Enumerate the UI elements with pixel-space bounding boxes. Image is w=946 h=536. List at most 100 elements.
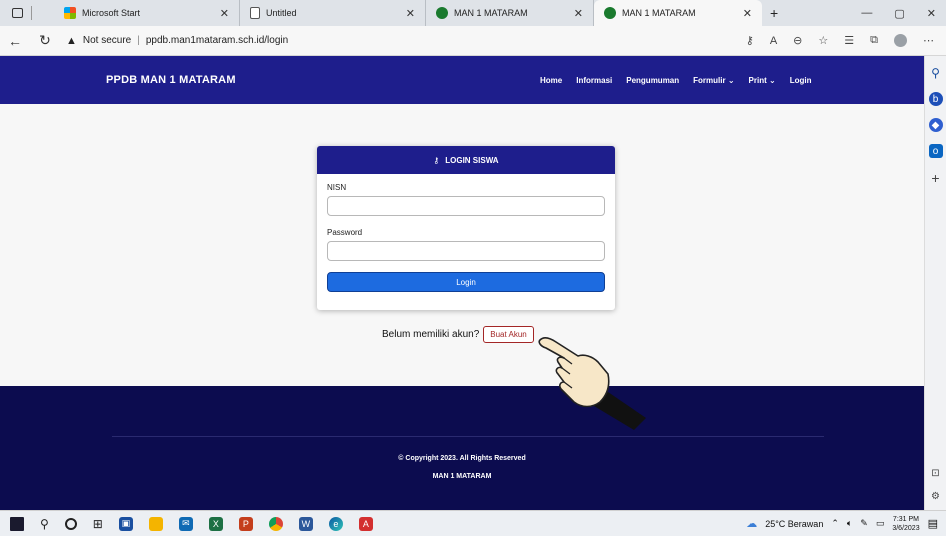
system-clock[interactable]: 7:31 PM 3/6/2023	[892, 515, 919, 533]
tab-label: Microsoft Start	[82, 8, 141, 18]
window-controls: — ▢ ✕	[861, 0, 946, 26]
taskbar-apps: ⚲ ⊞ ▣ ✉ X P W e A	[0, 516, 373, 531]
powerpoint-icon[interactable]: P	[238, 516, 253, 531]
outlook-icon[interactable]: o	[928, 144, 943, 158]
url-text: ppdb.man1mataram.sch.id/login	[145, 35, 289, 46]
minimize-icon[interactable]: —	[861, 7, 872, 19]
word-icon[interactable]: W	[298, 516, 313, 531]
tab-man1-mataram[interactable]: MAN 1 MATARAM ✕	[426, 0, 594, 26]
footer-copyright: © Copyright 2023. All Rights Reserved	[398, 455, 526, 462]
warning-triangle-icon[interactable]: ▲	[66, 35, 77, 47]
restore-icon[interactable]: ▢	[894, 7, 904, 20]
close-tab-icon[interactable]: ✕	[743, 7, 752, 20]
tab-actions-icon[interactable]	[12, 8, 23, 18]
refresh-icon[interactable]: ↻	[30, 32, 60, 49]
tray-chevron-icon[interactable]: ⌃	[831, 518, 839, 529]
key-icon[interactable]: ⚷	[746, 34, 754, 47]
profile-avatar-icon[interactable]	[894, 34, 907, 47]
system-tray: ☁ 25°C Berawan ⌃ 🔈︎ ✎ ▭ 7:31 PM 3/6/2023…	[746, 515, 946, 533]
edge-icon[interactable]: e	[328, 516, 343, 531]
new-tab-button[interactable]: +	[762, 0, 786, 26]
sidebar-settings-icon[interactable]: ⚙	[931, 491, 940, 502]
tab-microsoft-start[interactable]: Microsoft Start ✕	[54, 0, 240, 26]
search-icon[interactable]: ⚲	[931, 66, 940, 80]
collections-icon[interactable]: ⧉	[870, 34, 878, 47]
weather-cloud-icon: ☁	[746, 518, 758, 530]
tab-untitled[interactable]: Untitled ✕	[240, 0, 426, 26]
close-tab-icon[interactable]: ✕	[406, 7, 415, 20]
site-brand[interactable]: PPDB MAN 1 MATARAM	[106, 74, 236, 86]
sidebar-toggle-icon[interactable]: ⊡	[931, 468, 939, 479]
login-title: LOGIN SISWA	[445, 155, 499, 165]
menu-login[interactable]: Login	[790, 76, 812, 85]
plus-icon: +	[770, 5, 779, 21]
footer-school-name: MAN 1 MATARAM	[432, 473, 492, 480]
excel-icon[interactable]: X	[208, 516, 223, 531]
toolbar-icons: ⚷ A ⊖ ☆ ☰ ⧉ ⋯	[746, 34, 946, 47]
chrome-icon[interactable]	[268, 516, 283, 531]
site-navbar: PPDB MAN 1 MATARAM Home Informasi Pengum…	[0, 56, 924, 104]
read-aloud-icon[interactable]: A	[770, 35, 777, 47]
nisn-input[interactable]	[327, 196, 605, 216]
favorite-star-icon[interactable]: ☆	[818, 34, 828, 47]
footer-divider	[112, 436, 824, 437]
register-prompt-text: Belum memiliki akun?	[382, 329, 480, 340]
document-icon	[250, 7, 260, 19]
menu-home[interactable]: Home	[540, 76, 562, 85]
security-status: Not secure	[82, 35, 132, 46]
nisn-label: NISN	[327, 183, 347, 192]
create-account-button[interactable]: Buat Akun	[483, 326, 534, 343]
favorites-list-icon[interactable]: ☰	[844, 34, 854, 47]
site-menu: Home Informasi Pengumuman Formulir ⌄ Pri…	[540, 76, 811, 85]
site-footer: © Copyright 2023. All Rights Reserved MA…	[0, 386, 924, 510]
tab-separator	[31, 6, 32, 20]
windows-taskbar: ⚲ ⊞ ▣ ✉ X P W e A ☁ 25°C Berawan ⌃ 🔈︎ ✎ …	[0, 510, 946, 536]
register-prompt: Belum memiliki akun? Buat Akun	[382, 326, 534, 343]
mail-icon[interactable]: ✉	[178, 516, 193, 531]
more-menu-icon[interactable]: ⋯	[923, 34, 934, 47]
close-tab-icon[interactable]: ✕	[574, 7, 583, 20]
close-window-icon[interactable]: ✕	[927, 7, 936, 20]
battery-icon[interactable]: ▭	[876, 518, 885, 529]
address-bar: ← ↻ ▲ Not secure | ppdb.man1mataram.sch.…	[0, 26, 946, 56]
acrobat-icon[interactable]: A	[358, 516, 373, 531]
login-button[interactable]: Login	[327, 272, 605, 292]
menu-print[interactable]: Print ⌄	[749, 76, 776, 85]
bing-icon[interactable]: b	[928, 92, 943, 106]
tab-label: Untitled	[266, 8, 297, 18]
password-input[interactable]	[327, 241, 605, 261]
file-explorer-icon[interactable]	[148, 516, 163, 531]
tab-label: MAN 1 MATARAM	[622, 8, 696, 18]
store-icon[interactable]: ▣	[118, 516, 133, 531]
login-card-header: ⚷ LOGIN SISWA	[317, 146, 615, 174]
tab-man1-mataram-active[interactable]: MAN 1 MATARAM ✕	[594, 0, 762, 26]
menu-pengumuman[interactable]: Pengumuman	[626, 76, 679, 85]
pen-icon[interactable]: ✎	[860, 518, 868, 529]
microsoft-logo-icon	[64, 7, 76, 19]
web-page: PPDB MAN 1 MATARAM Home Informasi Pengum…	[0, 56, 924, 510]
pointing-hand-icon	[538, 337, 646, 430]
add-panel-icon[interactable]: +	[931, 170, 939, 186]
url-separator: |	[137, 35, 140, 46]
cortana-icon[interactable]	[64, 517, 77, 530]
close-tab-icon[interactable]: ✕	[220, 7, 229, 20]
back-arrow-icon[interactable]: ←	[0, 33, 30, 49]
task-view-icon[interactable]: ⊞	[93, 517, 103, 531]
url-field[interactable]: ▲ Not secure | ppdb.man1mataram.sch.id/l…	[66, 35, 288, 47]
menu-informasi[interactable]: Informasi	[576, 76, 612, 85]
weather-text[interactable]: 25°C Berawan	[765, 519, 823, 529]
zoom-icon[interactable]: ⊖	[793, 34, 802, 47]
school-favicon-icon	[604, 7, 616, 19]
volume-icon[interactable]: 🔈︎	[847, 518, 852, 529]
key-icon: ⚷	[433, 155, 440, 165]
login-card: ⚷ LOGIN SISWA NISN Password Login	[317, 146, 615, 310]
tab-actions	[0, 0, 54, 26]
windows-start-icon[interactable]	[10, 516, 24, 531]
search-icon[interactable]: ⚲	[40, 517, 49, 531]
tab-label: MAN 1 MATARAM	[454, 8, 528, 18]
browser-sidebar: ⚲ b ◆ o + ⊡ ⚙	[924, 56, 946, 510]
notifications-icon[interactable]: ▤	[928, 517, 938, 530]
clock-date: 3/6/2023	[892, 524, 920, 532]
office-icon[interactable]: ◆	[928, 118, 943, 132]
menu-formulir[interactable]: Formulir ⌄	[693, 76, 734, 85]
